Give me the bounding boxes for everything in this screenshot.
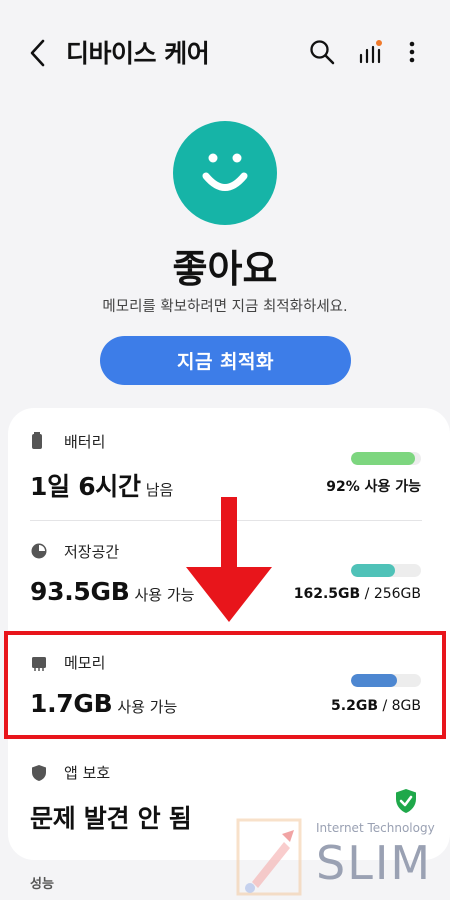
status-label: 좋아요 (172, 247, 278, 291)
smiley-face-icon (173, 121, 277, 225)
battery-progress-bar (351, 452, 421, 465)
battery-progress-fill (351, 452, 416, 465)
shield-icon (32, 765, 46, 781)
status-message: 메모리를 확보하려면 지금 최적화하세요. (102, 299, 348, 315)
app-protection-label: 앱 보호 (64, 764, 111, 782)
watermark-brand: SLIM (316, 836, 433, 890)
page-title: 디바이스 케어 (66, 39, 210, 68)
optimize-now-button[interactable]: 지금 최적화 (100, 336, 351, 385)
battery-label: 배터리 (64, 433, 106, 451)
storage-progress-fill (351, 564, 396, 577)
battery-icon (32, 432, 42, 449)
signal-bars-icon[interactable] (357, 38, 383, 66)
watermark-text: Internet Technology (316, 821, 435, 835)
red-arrow-annotation (186, 497, 272, 622)
shield-check-icon (396, 789, 416, 813)
storage-progress-bar (351, 564, 421, 577)
performance-label: 성능 (30, 877, 54, 892)
shield-check-shape (396, 789, 416, 813)
storage-value: 93.5GB 사용 가능 (30, 577, 195, 606)
storage-label: 저장공간 (64, 543, 120, 561)
storage-used-text: 162.5GB / 256GB (293, 586, 421, 602)
app-protection-value: 문제 발견 안 됨 (30, 804, 192, 833)
back-icon[interactable] (26, 38, 50, 68)
storage-pie-icon (31, 543, 47, 559)
memory-highlight-box (4, 631, 446, 739)
more-options-icon[interactable] (402, 38, 422, 66)
battery-value: 1일 6시간 남음 (30, 472, 174, 501)
top-app-bar: 디바이스 케어 (0, 0, 450, 104)
search-icon[interactable] (308, 38, 336, 66)
battery-available-text: 92% 사용 가능 (326, 479, 421, 495)
